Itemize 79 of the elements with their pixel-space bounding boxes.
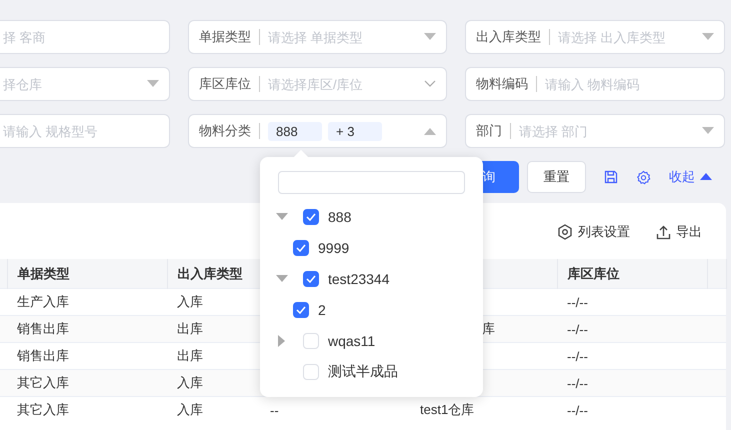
field-label: 物料分类 xyxy=(199,122,251,140)
export-icon xyxy=(656,224,671,240)
table-cell: 入库 xyxy=(177,402,203,417)
expand-caret-icon[interactable] xyxy=(276,212,288,220)
select-field[interactable]: 部门 请选择 部门 xyxy=(465,114,725,148)
dropdown-arrow-icon xyxy=(147,80,159,88)
column-header: 库区库位 xyxy=(568,266,620,280)
field-input[interactable]: 请选择库区/库位 xyxy=(268,76,424,92)
tree-item-label[interactable]: 2 xyxy=(318,302,326,318)
table-cell: 入库 xyxy=(177,294,203,309)
table-cell: 生产入库 xyxy=(17,294,69,309)
table-cell: 出库 xyxy=(177,321,203,336)
field-label: 单据类型 xyxy=(199,28,251,46)
checkbox[interactable] xyxy=(303,270,319,286)
checkmark-icon xyxy=(296,306,306,314)
caret-up-icon xyxy=(700,173,712,181)
checkmark-icon xyxy=(296,244,306,252)
table-cell: --/-- xyxy=(567,348,588,364)
tree-item-label[interactable]: wqas11 xyxy=(328,332,376,348)
table-cell: -- xyxy=(270,402,279,418)
table-cell: test1仓库 xyxy=(420,402,474,417)
reset-button[interactable]: 重置 xyxy=(527,161,586,193)
table-cell: --/-- xyxy=(567,322,588,336)
tree-item-label[interactable]: 888 xyxy=(328,208,352,224)
table-cell: --/-- xyxy=(567,402,588,418)
dropdown-arrow-icon xyxy=(424,33,436,41)
checkbox[interactable] xyxy=(293,240,309,256)
collapse-link[interactable]: 收起 xyxy=(669,168,712,186)
column-settings-button[interactable]: 列表设置 xyxy=(557,221,630,243)
field-input[interactable]: 请选择 单据类型 xyxy=(268,30,424,44)
column-header: 单据类型 xyxy=(18,266,70,280)
checkbox[interactable] xyxy=(303,208,319,224)
field-input[interactable]: 择 客商 xyxy=(3,30,159,44)
chevron-down-icon xyxy=(424,80,436,88)
field-input[interactable]: 请选择 部门 xyxy=(519,124,702,138)
dropdown-arrow-icon xyxy=(424,128,436,136)
field-input[interactable]: 择仓库 xyxy=(3,76,147,92)
checkbox[interactable] xyxy=(293,302,309,318)
selected-tag: 888 xyxy=(268,122,322,140)
tree-item-label[interactable]: 9999 xyxy=(318,240,350,256)
settings-icon xyxy=(557,224,573,240)
table-cell: --/-- xyxy=(567,376,588,390)
expand-caret-icon[interactable] xyxy=(278,334,286,346)
tree-item-label[interactable]: 测试半成品 xyxy=(328,362,398,380)
expand-caret-icon[interactable] xyxy=(276,274,288,282)
tree-item-label[interactable]: test23344 xyxy=(328,270,390,286)
dropdown-arrow-icon xyxy=(702,33,714,41)
input-field[interactable]: 物料编码 请输入 物料编码 xyxy=(465,67,725,101)
table-cell: --/-- xyxy=(567,294,588,310)
select-field[interactable]: 单据类型 请选择 单据类型 xyxy=(188,20,447,54)
field-input[interactable]: 请输入 规格型号 xyxy=(3,124,159,138)
table-cell: 出库 xyxy=(177,348,203,363)
column-header: 出入库类型 xyxy=(178,266,242,280)
settings-icon[interactable] xyxy=(636,170,651,184)
select-field[interactable]: 库区库位 请选择库区/库位 xyxy=(188,67,447,101)
checkmark-icon xyxy=(306,274,316,282)
table-cell: 库 xyxy=(482,321,495,336)
select-field[interactable]: 物料分类 888 + 3 xyxy=(188,114,447,148)
select-field[interactable]: 出入库类型 请选择 出入库类型 xyxy=(465,20,725,54)
dropdown-arrow-icon xyxy=(702,127,714,135)
field-label: 物料编码 xyxy=(476,75,528,93)
export-button[interactable]: 导出 xyxy=(656,221,702,243)
table-cell: 入库 xyxy=(177,375,203,390)
table-cell: 其它入库 xyxy=(17,402,69,417)
input-field[interactable]: 择 客商 xyxy=(0,20,170,54)
field-label: 出入库类型 xyxy=(476,28,541,46)
table-cell: 其它入库 xyxy=(17,375,69,390)
input-field[interactable]: 请输入 规格型号 xyxy=(0,114,170,148)
search-field[interactable] xyxy=(278,171,465,194)
table-cell: 销售出库 xyxy=(17,348,69,363)
field-input[interactable]: 请选择 出入库类型 xyxy=(558,30,702,44)
field-input[interactable]: 请输入 物料编码 xyxy=(545,76,714,92)
field-label: 库区库位 xyxy=(199,75,251,93)
save-icon[interactable] xyxy=(604,170,618,184)
checkmark-icon xyxy=(306,212,316,220)
table-cell: 销售出库 xyxy=(17,321,69,336)
selected-tag: + 3 xyxy=(328,122,382,140)
select-field[interactable]: 择仓库 xyxy=(0,67,170,101)
field-label: 部门 xyxy=(476,122,502,140)
